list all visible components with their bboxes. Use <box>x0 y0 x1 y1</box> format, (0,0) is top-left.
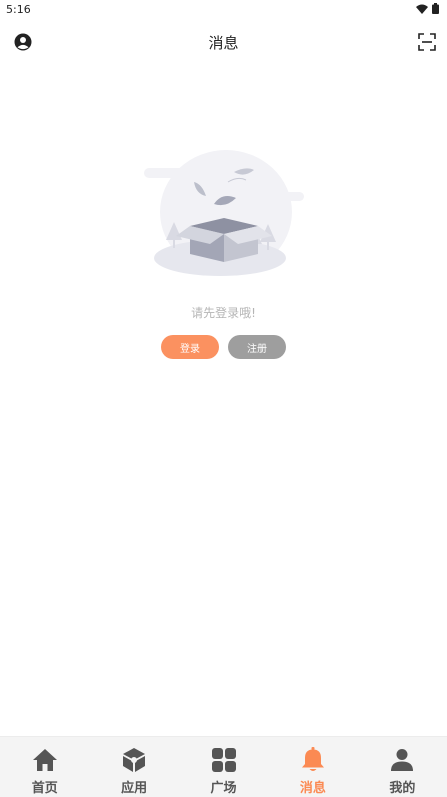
nav-item-square[interactable]: 广场 <box>179 737 268 797</box>
home-icon <box>32 749 57 771</box>
login-prompt-text: 请先登录哦! <box>191 306 256 320</box>
nav-item-apps[interactable]: 应用 <box>89 737 178 797</box>
nav-label: 首页 <box>31 781 58 796</box>
login-button[interactable]: 登录 <box>161 335 219 359</box>
register-button[interactable]: 注册 <box>228 335 286 359</box>
nav-label: 消息 <box>299 781 326 796</box>
status-time: 5:16 <box>6 3 31 16</box>
nav-label: 广场 <box>210 781 237 796</box>
nav-item-home[interactable]: 首页 <box>0 737 89 797</box>
battery-icon <box>432 3 439 14</box>
wifi-icon <box>416 4 428 14</box>
status-bar: 5:16 <box>0 0 447 20</box>
nav-item-profile[interactable]: 我的 <box>358 737 447 797</box>
nav-label: 我的 <box>389 781 416 796</box>
bell-icon <box>301 747 324 771</box>
person-icon <box>391 749 414 771</box>
page-title: 消息 <box>208 34 239 52</box>
nav-label: 应用 <box>121 781 148 796</box>
scan-icon <box>418 33 436 51</box>
nav-item-messages[interactable]: 消息 <box>268 737 357 797</box>
grid-icon <box>211 748 236 772</box>
empty-box-illustration <box>144 150 304 276</box>
bottom-nav: 首页 应用 广场 消息 我的 <box>0 736 447 797</box>
scan-button[interactable] <box>415 30 439 54</box>
apps-cube-icon <box>123 748 146 772</box>
header: 消息 <box>0 22 447 62</box>
status-icons <box>416 3 439 14</box>
